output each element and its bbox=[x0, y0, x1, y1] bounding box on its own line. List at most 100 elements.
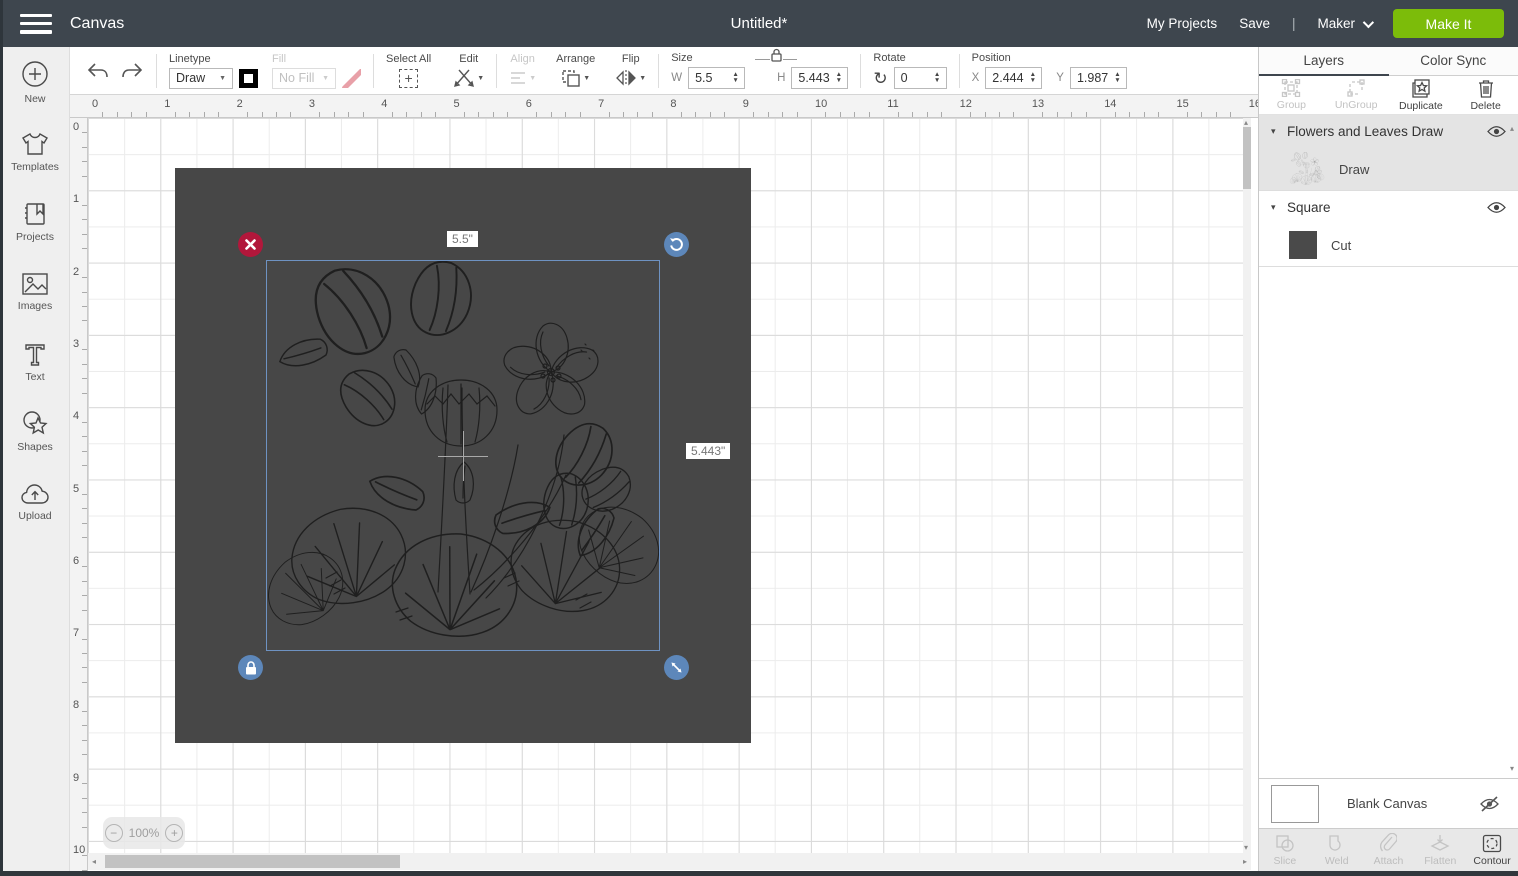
sidebar-item-new[interactable]: New bbox=[0, 47, 70, 117]
rotate-stepper[interactable]: ▲▼ bbox=[931, 72, 946, 84]
visibility-eye-icon[interactable] bbox=[1487, 125, 1506, 138]
position-x-input[interactable] bbox=[986, 71, 1026, 85]
height-input[interactable] bbox=[792, 71, 832, 85]
contour-label: Contour bbox=[1473, 855, 1510, 867]
select-all-button[interactable]: Select All + bbox=[386, 53, 431, 89]
ungroup-icon bbox=[1346, 79, 1366, 97]
vertical-scroll-thumb[interactable] bbox=[1243, 127, 1251, 189]
select-all-icon: + bbox=[399, 69, 418, 88]
scroll-up-icon[interactable]: ▴ bbox=[1244, 119, 1248, 127]
linetype-color-swatch[interactable] bbox=[239, 69, 258, 88]
visibility-off-icon[interactable] bbox=[1479, 796, 1500, 812]
position-x-stepper[interactable]: ▲▼ bbox=[1026, 72, 1041, 84]
undo-icon[interactable] bbox=[86, 61, 110, 81]
letter-t-icon bbox=[23, 342, 47, 366]
sidebar-item-projects[interactable]: Projects bbox=[0, 187, 70, 257]
zoom-out-button[interactable]: − bbox=[105, 824, 123, 842]
scroll-left-icon[interactable]: ◂ bbox=[92, 858, 96, 866]
plus-circle-icon bbox=[21, 60, 49, 88]
fill-select[interactable]: No Fill ▼ bbox=[272, 68, 336, 89]
align-icon bbox=[509, 70, 527, 86]
scroll-down-icon[interactable]: ▾ bbox=[1244, 844, 1248, 852]
flip-button[interactable]: Flip ▼ bbox=[615, 53, 646, 89]
sidebar-item-images[interactable]: Images bbox=[0, 257, 70, 327]
rotate-ccw-icon bbox=[669, 237, 684, 252]
hamburger-menu-icon[interactable] bbox=[20, 14, 52, 34]
rotate-icon[interactable]: ↻ bbox=[873, 70, 887, 87]
trash-icon bbox=[1478, 79, 1494, 98]
tab-color-sync[interactable]: Color Sync bbox=[1389, 47, 1518, 75]
weld-button[interactable]: Weld bbox=[1311, 829, 1363, 871]
horizontal-scroll-thumb[interactable] bbox=[105, 855, 400, 868]
height-field: ▲▼ bbox=[791, 67, 848, 89]
edit-button[interactable]: Edit ▼ bbox=[453, 53, 484, 89]
layer-row-label: Draw bbox=[1339, 162, 1369, 177]
zoom-in-button[interactable]: + bbox=[165, 824, 183, 842]
redo-icon[interactable] bbox=[120, 61, 144, 81]
sidebar-item-text[interactable]: Text bbox=[0, 327, 70, 397]
delete-button[interactable]: Delete bbox=[1453, 76, 1518, 114]
layer-group-square[interactable]: ▾ Square Cut bbox=[1259, 191, 1518, 267]
group-button[interactable]: Group bbox=[1259, 76, 1324, 114]
weld-icon bbox=[1327, 834, 1347, 853]
delete-handle[interactable] bbox=[238, 232, 263, 257]
tab-layers[interactable]: Layers bbox=[1259, 47, 1389, 75]
height-stepper[interactable]: ▲▼ bbox=[832, 72, 847, 84]
align-button[interactable]: Align ▼ bbox=[509, 53, 536, 89]
width-input[interactable] bbox=[689, 71, 729, 85]
linetype-group: Linetype Draw ▼ bbox=[169, 53, 258, 89]
scroll-right-icon[interactable]: ▸ bbox=[1243, 858, 1247, 866]
panel-scroll-up-icon[interactable]: ▴ bbox=[1510, 125, 1514, 133]
vertical-scrollbar[interactable]: ▴ ▾ bbox=[1243, 118, 1251, 853]
caret-down-icon: ▼ bbox=[219, 75, 226, 82]
sidebar-item-upload[interactable]: Upload bbox=[0, 467, 70, 537]
arrange-button[interactable]: Arrange ▼ bbox=[556, 53, 595, 89]
blank-canvas-row[interactable]: Blank Canvas bbox=[1259, 778, 1518, 828]
resize-handle[interactable] bbox=[664, 655, 689, 680]
sidebar-item-templates[interactable]: Templates bbox=[0, 117, 70, 187]
make-it-button[interactable]: Make It bbox=[1393, 9, 1504, 38]
lock-icon bbox=[245, 661, 257, 675]
rotate-handle[interactable] bbox=[664, 232, 689, 257]
blank-canvas-swatch[interactable] bbox=[1271, 785, 1319, 823]
group-icon bbox=[1281, 79, 1301, 97]
collapse-icon[interactable]: ▾ bbox=[1271, 202, 1287, 213]
lock-handle[interactable] bbox=[238, 655, 263, 680]
sidebar-item-shapes[interactable]: Shapes bbox=[0, 397, 70, 467]
flatten-button[interactable]: Flatten bbox=[1414, 829, 1466, 871]
duplicate-button[interactable]: Duplicate bbox=[1389, 76, 1454, 114]
selection-bounding-box[interactable] bbox=[266, 260, 660, 651]
layer-group-header[interactable]: ▾ Square bbox=[1259, 191, 1518, 224]
ungroup-button[interactable]: UnGroup bbox=[1324, 76, 1389, 114]
position-y-input[interactable] bbox=[1071, 71, 1111, 85]
caret-down-icon: ▼ bbox=[583, 75, 590, 82]
position-y-stepper[interactable]: ▲▼ bbox=[1111, 72, 1126, 84]
size-lock[interactable] bbox=[755, 48, 797, 62]
save-link[interactable]: Save bbox=[1239, 16, 1270, 31]
horizontal-scrollbar[interactable]: ◂ ▸ bbox=[88, 853, 1251, 870]
visibility-eye-icon[interactable] bbox=[1487, 201, 1506, 214]
my-projects-link[interactable]: My Projects bbox=[1147, 16, 1218, 31]
width-stepper[interactable]: ▲▼ bbox=[729, 72, 744, 84]
contour-button[interactable]: Contour bbox=[1466, 829, 1518, 871]
layer-tools-bar: Slice Weld Attach Flatten Contour bbox=[1259, 828, 1518, 871]
linetype-select[interactable]: Draw ▼ bbox=[169, 68, 233, 89]
layer-row-draw[interactable]: Draw bbox=[1259, 148, 1518, 190]
header-divider: | bbox=[1292, 16, 1296, 31]
photo-icon bbox=[22, 273, 48, 295]
edit-label: Edit bbox=[459, 53, 478, 65]
slice-button[interactable]: Slice bbox=[1259, 829, 1311, 871]
caret-down-icon: ▼ bbox=[529, 75, 536, 82]
panel-scroll-down-icon[interactable]: ▾ bbox=[1510, 765, 1514, 773]
height-axis-label: H bbox=[777, 72, 785, 84]
group-label: Group bbox=[1277, 99, 1306, 111]
attach-button[interactable]: Attach bbox=[1363, 829, 1415, 871]
layer-group-header[interactable]: ▾ Flowers and Leaves Draw bbox=[1259, 115, 1518, 148]
edit-toolbar: Linetype Draw ▼ Fill No Fill ▼ Select Al bbox=[70, 47, 1258, 95]
collapse-icon[interactable]: ▾ bbox=[1271, 126, 1287, 137]
design-canvas[interactable]: 012345678910111213141516 012345678910 bbox=[70, 95, 1258, 876]
rotate-input[interactable] bbox=[895, 71, 931, 85]
layer-group-flowers[interactable]: ▾ Flowers and Leaves Draw Draw bbox=[1259, 115, 1518, 191]
machine-selector[interactable]: Maker bbox=[1317, 16, 1371, 31]
layer-row-cut[interactable]: Cut bbox=[1259, 224, 1518, 266]
